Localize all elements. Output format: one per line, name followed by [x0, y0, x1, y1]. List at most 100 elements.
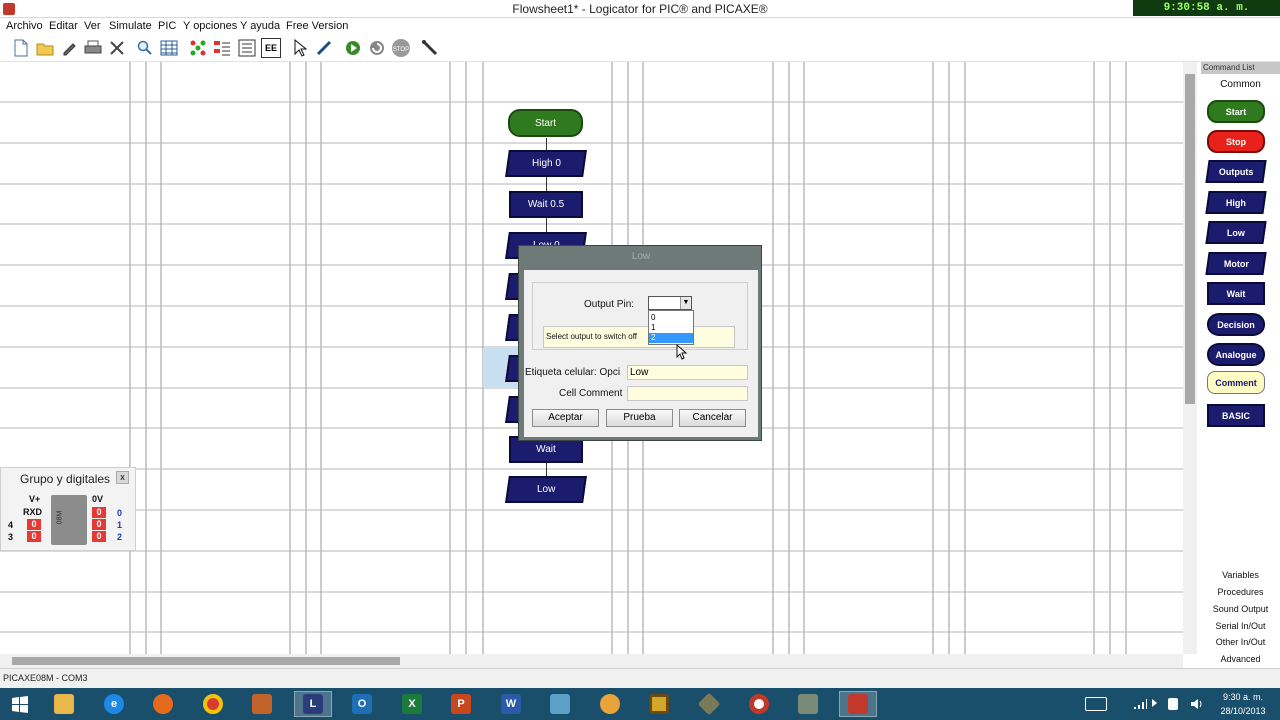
recorder-icon[interactable]	[740, 691, 778, 717]
category-advanced[interactable]: Advanced	[1201, 654, 1280, 664]
app-square-icon[interactable]	[640, 691, 678, 717]
menu-opciones[interactable]: Y opciones	[183, 20, 237, 32]
internet-explorer-icon[interactable]: e	[95, 691, 133, 717]
cmd-low-label: Low	[1227, 227, 1245, 238]
pin-3-state[interactable]: 0	[27, 531, 41, 542]
menu-free-version[interactable]: Free Version	[286, 20, 348, 32]
word-taskbar-button[interactable]: W	[492, 691, 530, 717]
vertical-scrollbar[interactable]	[1183, 62, 1197, 654]
horizontal-scrollbar[interactable]	[0, 654, 1183, 668]
outlook-taskbar-button[interactable]: O	[343, 691, 381, 717]
command-list-title: Command List	[1201, 62, 1280, 74]
cell-label-input[interactable]: Low	[627, 365, 748, 380]
cancel-button[interactable]: Cancelar	[679, 409, 746, 427]
firefox-icon[interactable]	[144, 691, 182, 717]
pin-option-0[interactable]: 0	[649, 313, 693, 323]
cmd-analogue[interactable]: Analogue	[1207, 343, 1265, 366]
ee-icon[interactable]: EE	[261, 38, 281, 58]
pin-0-state[interactable]: 0	[92, 507, 106, 518]
command-section-common[interactable]: Common	[1201, 79, 1280, 90]
run-icon[interactable]	[343, 38, 363, 58]
pencil-icon[interactable]	[59, 38, 79, 58]
category-other-in-out[interactable]: Other In/Out	[1201, 637, 1280, 647]
grid-icon[interactable]	[159, 38, 179, 58]
powerpoint-taskbar-button[interactable]: P	[442, 691, 480, 717]
list-icon[interactable]	[237, 38, 257, 58]
pin-option-2[interactable]: 2	[649, 333, 693, 343]
cell-high-0[interactable]: High 0	[505, 150, 587, 177]
menu-editar[interactable]: Editar	[49, 20, 78, 32]
refresh-icon[interactable]	[367, 38, 387, 58]
tray-date[interactable]: 28/10/2013	[1212, 706, 1274, 716]
menu-ver[interactable]: Ver	[84, 20, 101, 32]
chip-label: 08M	[56, 510, 64, 525]
menu-simulate[interactable]: Simulate	[109, 20, 152, 32]
cmd-stop[interactable]: Stop	[1207, 130, 1265, 153]
volume-icon[interactable]	[1190, 697, 1204, 711]
pointer-icon[interactable]	[290, 38, 310, 58]
probe-icon[interactable]	[420, 38, 440, 58]
game-app-icon[interactable]	[591, 691, 629, 717]
output-pin-select[interactable]: ▼	[648, 296, 692, 310]
pin-option-1[interactable]: 1	[649, 323, 693, 333]
cell-comment-label: Cell Comment	[559, 388, 623, 399]
variables-icon[interactable]	[212, 38, 232, 58]
category-sound-output[interactable]: Sound Output	[1201, 604, 1280, 614]
chrome-icon[interactable]	[194, 691, 232, 717]
pin-1-state[interactable]: 0	[92, 519, 106, 530]
print-icon[interactable]	[83, 38, 103, 58]
cmd-low[interactable]: Low	[1205, 221, 1267, 244]
cmd-start[interactable]: Start	[1207, 100, 1265, 123]
cmd-outputs[interactable]: Outputs	[1205, 160, 1267, 183]
cmd-basic[interactable]: BASIC	[1207, 404, 1265, 427]
cmd-decision[interactable]: Decision	[1207, 313, 1265, 336]
keyboard-icon[interactable]	[1085, 697, 1107, 711]
menu-bar: Archivo Editar Ver Simulate PIC Y opcion…	[0, 18, 1280, 35]
cell-wait-05[interactable]: Wait 0.5	[509, 191, 583, 218]
windows-start-icon[interactable]	[1, 691, 39, 717]
cell-low[interactable]: Low	[505, 476, 587, 503]
excel-taskbar-button[interactable]: X	[393, 691, 431, 717]
menu-ayuda[interactable]: Y ayuda	[240, 20, 280, 32]
app-diamond-icon[interactable]	[690, 691, 728, 717]
menu-archivo[interactable]: Archivo	[6, 20, 43, 32]
cmd-wait[interactable]: Wait	[1207, 282, 1265, 305]
menu-pic[interactable]: PIC	[158, 20, 176, 32]
zoom-icon[interactable]	[135, 38, 155, 58]
flow-icon[interactable]	[188, 38, 208, 58]
draw-line-icon[interactable]	[314, 38, 334, 58]
tray-time[interactable]: 9:30 a. m.	[1212, 692, 1274, 702]
cell-comment-input[interactable]	[627, 386, 748, 401]
network-signal-icon[interactable]	[1133, 698, 1147, 710]
app-red-icon[interactable]	[839, 691, 877, 717]
cmd-comment[interactable]: Comment	[1207, 371, 1265, 394]
new-file-icon[interactable]	[11, 38, 31, 58]
open-folder-icon[interactable]	[35, 38, 55, 58]
test-button[interactable]: Prueba	[606, 409, 673, 427]
mouse-cursor-icon	[676, 344, 688, 360]
category-variables[interactable]: Variables	[1201, 570, 1280, 580]
scissors-icon[interactable]	[107, 38, 127, 58]
cmd-high[interactable]: High	[1205, 191, 1267, 214]
accept-button[interactable]: Aceptar	[532, 409, 599, 427]
chevron-down-icon[interactable]: ▼	[680, 297, 691, 309]
paint-icon[interactable]	[243, 691, 281, 717]
pin-vplus-label: V+	[29, 494, 41, 504]
pin-4-state[interactable]: 0	[27, 519, 41, 530]
chevron-up-icon[interactable]	[1152, 699, 1160, 707]
logicator-taskbar-button[interactable]: L	[294, 691, 332, 717]
pins-panel-close-button[interactable]: x	[116, 471, 129, 484]
category-serial-in-out[interactable]: Serial In/Out	[1201, 621, 1280, 631]
stop-icon[interactable]: STOP	[391, 38, 411, 58]
vertical-scroll-thumb[interactable]	[1185, 74, 1195, 404]
flag-icon[interactable]	[1168, 698, 1178, 710]
app-gray-icon[interactable]	[789, 691, 827, 717]
pin-2-state[interactable]: 0	[92, 531, 106, 542]
category-procedures[interactable]: Procedures	[1201, 587, 1280, 597]
cmd-motor[interactable]: Motor	[1205, 252, 1267, 275]
file-explorer-icon[interactable]	[45, 691, 83, 717]
notepad-icon[interactable]	[541, 691, 579, 717]
excel-icon: X	[402, 694, 422, 714]
horizontal-scroll-thumb[interactable]	[12, 657, 400, 665]
cell-start[interactable]: Start	[508, 109, 583, 137]
